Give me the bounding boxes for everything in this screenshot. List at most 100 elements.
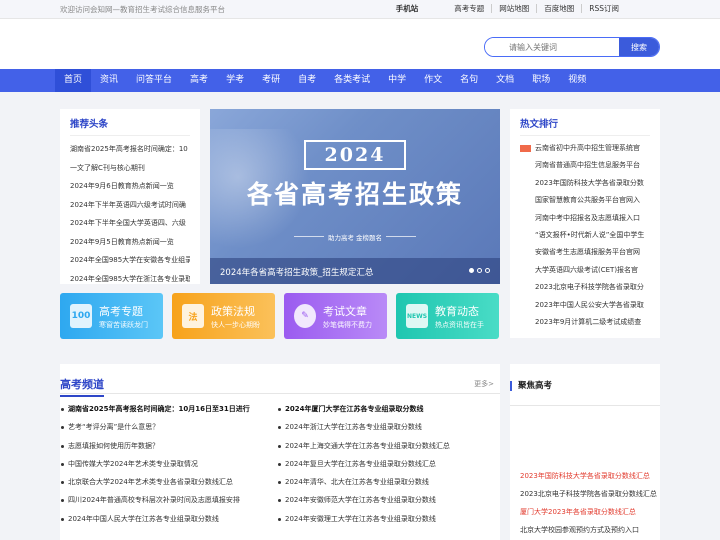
tile-edu-news[interactable]: NEWS 教育动态 热点资讯皆在手 xyxy=(396,293,499,339)
banner-caption[interactable]: 2024年各省高考招生政策_招生规定汇总 xyxy=(220,266,373,278)
tile-title: 教育动态 xyxy=(435,305,479,318)
list-item[interactable]: 河南中考中招报名及志愿填报入口 xyxy=(520,210,650,227)
list-item[interactable]: 艺考“考评分离”是什么意思？ xyxy=(60,418,270,436)
nav-item-video[interactable]: 视频 xyxy=(559,69,595,92)
newspaper-icon: NEWS xyxy=(406,304,428,328)
list-item[interactable]: 云南省初中升高中招生管理系统官 xyxy=(520,140,650,157)
gaokao-topic-link[interactable]: 高考专题 xyxy=(447,4,491,13)
list-item[interactable]: 2024年浙江大学在江苏各专业组录取分数线 xyxy=(277,418,487,436)
more-link[interactable]: 更多> xyxy=(474,379,494,389)
list-item[interactable]: 大学英语四六级考试(CET)报名官 xyxy=(520,262,650,279)
list-item[interactable]: “语文报杯•时代新人说”全国中学生 xyxy=(520,227,650,244)
pencil-icon: ✎ xyxy=(294,304,316,328)
gaokao-channel-title[interactable]: 高考频道 xyxy=(60,376,104,397)
list-item[interactable]: 湖南省2025年高考报名时间确定：10 xyxy=(70,140,190,159)
hot-articles-panel: 热文排行 云南省初中升高中招生管理系统官 河南省普通高中招生信息服务平台 202… xyxy=(510,109,660,338)
carousel-dot[interactable] xyxy=(469,268,474,273)
carousel-dots xyxy=(466,268,490,273)
feature-tiles: 100 高考专题 寒窗苦读跃龙门 法 政策法规 快人一步心期盼 ✎ 考试文章 妙… xyxy=(60,293,500,339)
list-item[interactable]: 2023年中国人民公安大学各省录取 xyxy=(520,297,650,314)
list-item[interactable]: 湖南省2025年高考报名时间确定：10月16日至31日进行 xyxy=(60,400,270,418)
search-input[interactable] xyxy=(485,38,619,56)
list-item[interactable]: 2024年安徽理工大学在江苏各专业组录取分数线 xyxy=(277,510,487,528)
tile-subtitle: 热点资讯皆在手 xyxy=(435,321,484,329)
top-links: 手机站 高考专题 网站地图 百度地图 RSS订阅 xyxy=(389,4,626,13)
nav-item-gaokao[interactable]: 高考 xyxy=(181,69,217,92)
tile-subtitle: 妙笔偶得不费力 xyxy=(323,321,372,329)
document-icon: 法 xyxy=(182,304,204,328)
list-item[interactable]: 2023年9月计算机二级考试成绩查 xyxy=(520,314,650,331)
gaokao-list-left: 湖南省2025年高考报名时间确定：10月16日至31日进行 艺考“考评分离”是什… xyxy=(60,400,270,528)
list-item[interactable]: 河南省普通高中招生信息服务平台 xyxy=(520,157,650,174)
list-item[interactable]: 2023年国防科技大学各省录取分数线汇总 xyxy=(520,467,660,485)
banner-carousel[interactable]: 2024 各省高考招生政策 助力高考 金榜题名 2024年各省高考招生政策_招生… xyxy=(210,109,500,284)
list-item[interactable]: 志愿填报如何使用历年数据？ xyxy=(60,437,270,455)
list-item[interactable]: 2023北京电子科技学院各省录取分数线汇总 xyxy=(520,485,660,503)
list-item[interactable]: 北京大学校园参观预约方式及预约入口 xyxy=(520,521,660,539)
list-item[interactable]: 2023北京电子科技学院各省录取分 xyxy=(520,279,650,296)
header: 搜索 xyxy=(0,19,720,69)
carousel-dot[interactable] xyxy=(485,268,490,273)
list-item[interactable]: 国家智慧教育公共服务平台官网入 xyxy=(520,192,650,209)
gaokao-list-right: 2024年厦门大学在江苏各专业组录取分数线 2024年浙江大学在江苏各专业组录取… xyxy=(277,400,487,528)
nav-item-quotes[interactable]: 名句 xyxy=(451,69,487,92)
nav-item-home[interactable]: 首页 xyxy=(55,69,92,92)
nav-item-career[interactable]: 职场 xyxy=(523,69,559,92)
gaokao-channel-panel: 高考频道 更多> 湖南省2025年高考报名时间确定：10月16日至31日进行 艺… xyxy=(60,364,500,540)
banner-subtitle: 助力高考 金榜题名 xyxy=(290,230,420,243)
list-item[interactable]: 2024年下半年英语四六级考试时间确 xyxy=(70,196,190,215)
mobile-site-link[interactable]: 手机站 xyxy=(389,4,426,13)
tile-subtitle: 寒窗苦读跃龙门 xyxy=(99,321,148,329)
baidu-map-link[interactable]: 百度地图 xyxy=(536,4,581,13)
tile-title: 高考专题 xyxy=(99,305,143,318)
banner-title: 各省高考招生政策 xyxy=(246,180,463,209)
list-item[interactable]: 安徽省考生志愿填报服务平台官网 xyxy=(520,244,650,261)
score-100-icon: 100 xyxy=(70,304,92,328)
list-item[interactable]: 2024年复旦大学在江苏各专业组录取分数线汇总 xyxy=(277,455,487,473)
nav-item-xuekao[interactable]: 学考 xyxy=(217,69,253,92)
list-item[interactable]: 2024年安徽师范大学在江苏各专业组录取分数线 xyxy=(277,491,487,509)
tile-exam-articles[interactable]: ✎ 考试文章 妙笔偶得不费力 xyxy=(284,293,387,339)
list-item[interactable]: 2024年上海交通大学在江苏各专业组录取分数线汇总 xyxy=(277,437,487,455)
tile-title: 政策法规 xyxy=(211,305,255,318)
nav-item-kaoyan[interactable]: 考研 xyxy=(253,69,289,92)
list-item[interactable]: 2024年清华、北大在江苏各专业组录取分数线 xyxy=(277,473,487,491)
search-button[interactable]: 搜索 xyxy=(619,38,659,56)
list-item[interactable]: 四川2024年普通高校专科层次补录时间及志愿填报安排 xyxy=(60,491,270,509)
sitemap-link[interactable]: 网站地图 xyxy=(491,4,536,13)
list-item[interactable]: 厦门大学2023年各省录取分数线汇总 xyxy=(520,503,660,521)
list-item[interactable]: 2023年国防科技大学各省录取分数 xyxy=(520,175,650,192)
headlines-panel: 推荐头条 湖南省2025年高考报名时间确定：10 一文了解C刊与核心期刊 202… xyxy=(60,109,200,284)
list-item[interactable]: 2024年9月6日教育热点新闻一览 xyxy=(70,177,190,196)
list-item[interactable]: 2024年下半年全国大学英语四、六级 xyxy=(70,214,190,233)
focus-gaokao-title: 聚焦高考 xyxy=(510,381,552,391)
list-item[interactable]: 2024年厦门大学在江苏各专业组录取分数线 xyxy=(277,400,487,418)
search-box: 搜索 xyxy=(484,37,660,57)
banner-caption-bar: 2024年各省高考招生政策_招生规定汇总 xyxy=(210,258,500,284)
gaokao-channel-header: 高考频道 更多> xyxy=(60,374,500,397)
nav-item-middle-school[interactable]: 中学 xyxy=(379,69,415,92)
nav-item-news[interactable]: 资讯 xyxy=(91,69,127,92)
tile-title: 考试文章 xyxy=(323,305,367,318)
list-item[interactable]: 2024年9月5日教育热点新闻一览 xyxy=(70,233,190,252)
tile-policy[interactable]: 法 政策法规 快人一步心期盼 xyxy=(172,293,275,339)
welcome-text: 欢迎访问会知网—教育招生考试综合信息服务平台 xyxy=(60,5,225,14)
nav-item-qa[interactable]: 问答平台 xyxy=(127,69,181,92)
nav-item-exams[interactable]: 各类考试 xyxy=(325,69,379,92)
focus-list: 2023年国防科技大学各省录取分数线汇总 2023北京电子科技学院各省录取分数线… xyxy=(520,467,660,539)
rss-link[interactable]: RSS订阅 xyxy=(581,4,626,13)
hot-articles-title: 热文排行 xyxy=(520,116,650,136)
carousel-dot[interactable] xyxy=(477,268,482,273)
list-item[interactable]: 2024年全国985大学在浙江各专业录取 xyxy=(70,270,190,289)
top-bar: 欢迎访问会知网—教育招生考试综合信息服务平台 手机站 高考专题 网站地图 百度地… xyxy=(0,0,720,19)
nav-item-docs[interactable]: 文档 xyxy=(487,69,523,92)
list-item[interactable]: 2024年中国人民大学在江苏各专业组录取分数线 xyxy=(60,510,270,528)
list-item[interactable]: 一文了解C刊与核心期刊 xyxy=(70,159,190,178)
banner-year: 2024 xyxy=(304,140,406,170)
nav-item-zikao[interactable]: 自考 xyxy=(289,69,325,92)
nav-item-essay[interactable]: 作文 xyxy=(415,69,451,92)
list-item[interactable]: 2024年全国985大学在安徽各专业组录 xyxy=(70,251,190,270)
list-item[interactable]: 北京联合大学2024年艺术类专业各省录取分数线汇总 xyxy=(60,473,270,491)
list-item[interactable]: 中国传媒大学2024年艺术类专业录取情况 xyxy=(60,455,270,473)
tile-gaokao-topic[interactable]: 100 高考专题 寒窗苦读跃龙门 xyxy=(60,293,163,339)
